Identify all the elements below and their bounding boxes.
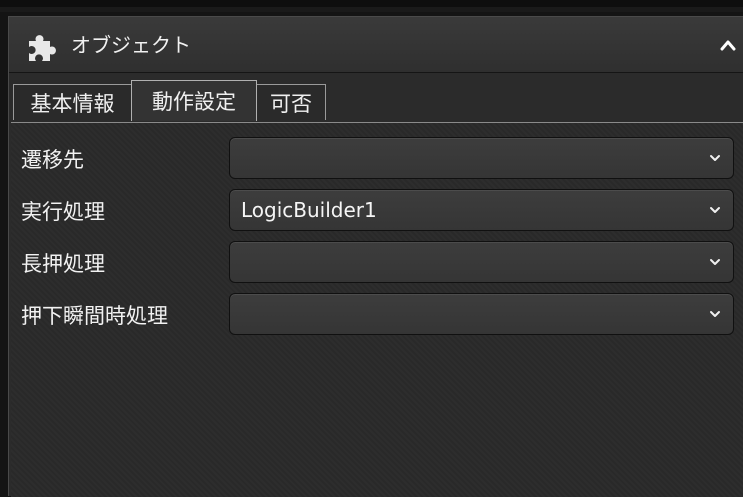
destination-select[interactable] — [229, 137, 734, 179]
tab-action-settings[interactable]: 動作設定 — [131, 80, 257, 121]
tab-content: 遷移先 実行処理 LogicBuilder1 長押処理 押下瞬間時処理 — [11, 122, 743, 497]
chevron-down-icon — [710, 207, 720, 213]
field-label-long-press: 長押処理 — [21, 252, 105, 276]
panel-header[interactable]: オブジェクト — [9, 17, 743, 73]
execute-select[interactable]: LogicBuilder1 — [229, 189, 734, 231]
select-value: LogicBuilder1 — [241, 198, 377, 222]
press-moment-select[interactable] — [229, 293, 734, 335]
chevron-down-icon — [710, 259, 720, 265]
tab-bar: 基本情報 動作設定 可否 — [13, 80, 743, 123]
field-label-destination: 遷移先 — [21, 148, 84, 172]
field-label-press-moment: 押下瞬間時処理 — [21, 304, 168, 328]
chevron-down-icon — [710, 155, 720, 161]
field-label-execute: 実行処理 — [21, 200, 105, 224]
object-properties-panel: オブジェクト 基本情報 動作設定 可否 遷移先 実行処理 LogicBuilde… — [8, 16, 743, 497]
tab-basic-info[interactable]: 基本情報 — [13, 84, 132, 120]
chevron-down-icon — [710, 311, 720, 317]
chevron-up-icon — [720, 40, 736, 51]
collapse-button[interactable] — [713, 33, 743, 57]
tab-availability[interactable]: 可否 — [256, 84, 326, 120]
puzzle-icon — [29, 35, 56, 61]
window-top-strip — [0, 0, 743, 12]
long-press-select[interactable] — [229, 241, 734, 283]
panel-title: オブジェクト — [71, 33, 191, 57]
